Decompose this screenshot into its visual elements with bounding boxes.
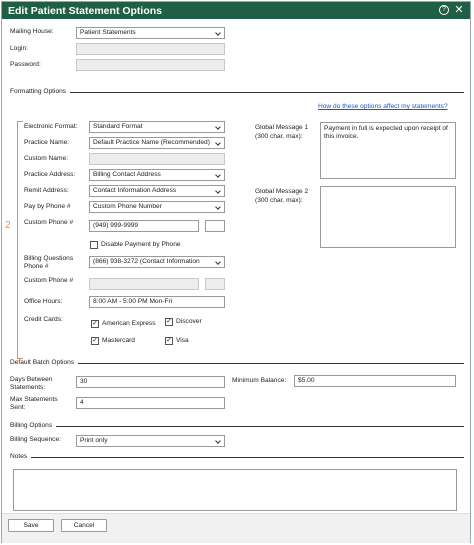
- notes-textarea[interactable]: [13, 469, 457, 511]
- global-message-2-limit: (300 char. max):: [255, 197, 303, 204]
- billing-questions-label-line2: Phone #: [24, 263, 49, 270]
- office-hours-label: Office Hours:: [24, 298, 63, 305]
- credit-cards-label: Credit Cards:: [24, 316, 63, 323]
- remit-address-select[interactable]: Contact Information Address: [89, 185, 225, 197]
- amex-label: American Express: [102, 320, 156, 327]
- pay-by-phone-label: Pay by Phone #: [24, 203, 71, 210]
- mailing-house-label: Mailing House:: [10, 28, 54, 35]
- days-between-input[interactable]: 30: [76, 376, 225, 388]
- callout-number: 2: [5, 220, 11, 231]
- electronic-format-label: Electronic Format:: [24, 123, 78, 130]
- login-label: Login:: [10, 45, 28, 52]
- cancel-button[interactable]: Cancel: [61, 519, 107, 532]
- title-bar: Edit Patient Statement Options ? ✕: [2, 2, 470, 19]
- amex-checkbox[interactable]: ✓: [91, 320, 99, 328]
- login-input[interactable]: [76, 43, 225, 55]
- pay-by-phone-select[interactable]: Custom Phone Number: [89, 201, 225, 213]
- billing-sequence-label: Billing Sequence:: [10, 436, 61, 443]
- notes-header: Notes: [10, 453, 464, 461]
- minimum-balance-input[interactable]: $5.00: [294, 375, 456, 387]
- practice-name-select[interactable]: Default Practice Name (Recommended): [89, 137, 225, 149]
- practice-address-select[interactable]: Billing Contact Address: [89, 169, 225, 181]
- global-message-1-textarea[interactable]: Payment in full is expected upon receipt…: [320, 122, 456, 179]
- custom-name-label: Custom Name:: [24, 155, 68, 162]
- formatting-options-title: Formatting Options: [10, 88, 71, 95]
- global-message-1-limit: (300 char. max):: [255, 133, 303, 140]
- global-message-1-label: Global Message 1: [255, 124, 309, 131]
- remit-address-label: Remit Address:: [24, 187, 69, 194]
- close-icon[interactable]: ✕: [454, 5, 464, 16]
- callout-bracket: [17, 121, 23, 359]
- custom-phone2-input[interactable]: [89, 278, 199, 290]
- disable-payment-checkbox[interactable]: [90, 241, 98, 249]
- mailing-house-select[interactable]: Patient Statements: [76, 27, 225, 39]
- max-statements-label: Max Statements: [10, 396, 58, 403]
- max-statements-input[interactable]: 4: [76, 397, 225, 409]
- dialog-window: Edit Patient Statement Options ? ✕ Maili…: [1, 1, 471, 543]
- discover-label: Discover: [176, 318, 202, 325]
- days-between-label-line2: Statements:: [10, 384, 46, 391]
- billing-questions-select[interactable]: (866) 938-3272 (Contact Information: [89, 256, 225, 268]
- office-hours-input[interactable]: 8:00 AM - 5:00 PM Mon-Fri: [89, 296, 225, 308]
- days-between-label: Days Between: [10, 376, 53, 383]
- custom-phone-ext-input[interactable]: [205, 220, 225, 232]
- mastercard-checkbox[interactable]: ✓: [91, 337, 99, 345]
- custom-phone-input[interactable]: (949) 999-9999: [89, 220, 199, 232]
- visa-label: Visa: [176, 337, 189, 344]
- mastercard-label: Mastercard: [102, 337, 135, 344]
- custom-phone-label: Custom Phone #: [24, 219, 74, 226]
- batch-options-title: Default Batch Options: [10, 359, 79, 366]
- global-message-2-label: Global Message 2: [255, 188, 309, 195]
- billing-sequence-select[interactable]: Print only: [76, 435, 225, 447]
- disable-payment-label: Disable Payment by Phone: [101, 241, 181, 248]
- visa-checkbox[interactable]: ✓: [165, 337, 173, 345]
- practice-address-label: Practice Address:: [24, 171, 76, 178]
- formatting-options-header: Formatting Options: [10, 88, 464, 96]
- max-statements-label-line2: Sent:: [10, 404, 26, 411]
- custom-phone2-label: Custom Phone #: [24, 277, 74, 284]
- billing-options-header: Billing Options: [10, 422, 464, 430]
- global-message-2-textarea[interactable]: [320, 186, 456, 248]
- save-button[interactable]: Save: [8, 519, 54, 532]
- billing-questions-label: Billing Questions: [24, 255, 74, 262]
- billing-options-title: Billing Options: [10, 422, 57, 429]
- minimum-balance-label: Minimum Balance:: [232, 377, 287, 384]
- password-label: Password:: [10, 61, 41, 68]
- discover-checkbox[interactable]: ✓: [165, 318, 173, 326]
- electronic-format-select[interactable]: Standard Format: [89, 121, 225, 133]
- help-link[interactable]: How do these options affect my statement…: [318, 103, 448, 110]
- custom-phone2-ext-input[interactable]: [205, 278, 225, 290]
- password-input[interactable]: [76, 59, 225, 71]
- notes-title: Notes: [10, 453, 32, 460]
- practice-name-label: Practice Name:: [24, 139, 70, 146]
- dialog-title: Edit Patient Statement Options: [8, 5, 163, 17]
- batch-options-header: Default Batch Options: [10, 359, 464, 367]
- dialog-footer: Save Cancel: [2, 513, 470, 543]
- help-icon[interactable]: ?: [439, 5, 449, 15]
- custom-name-input[interactable]: [89, 153, 225, 165]
